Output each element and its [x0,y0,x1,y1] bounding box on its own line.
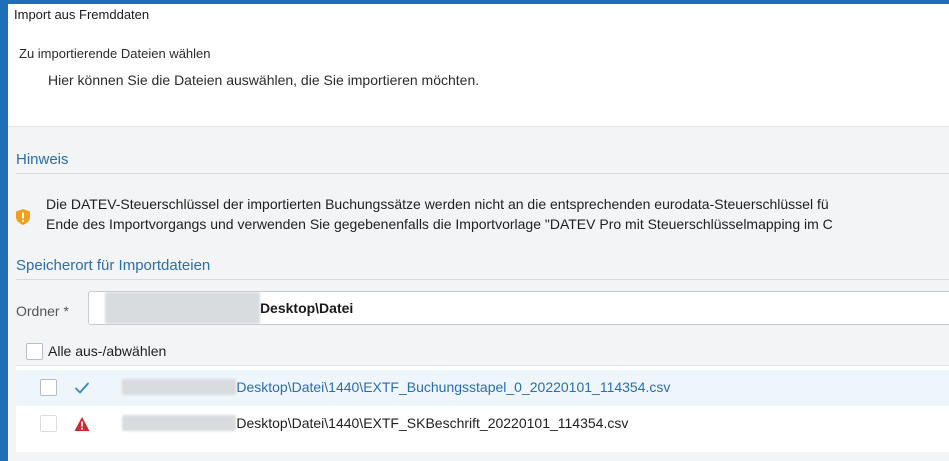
hint-text-line-1: Die DATEV-Steuerschlüssel der importiert… [46,196,829,212]
checkmark-icon [75,382,89,394]
file-checkbox[interactable] [40,415,57,432]
file-checkbox[interactable] [40,379,57,396]
wizard-content: Hinweis Die DATEV-Steuerschlüssel der im… [8,126,949,461]
import-dialog: Import aus Fremddaten Zu importierende D… [8,4,949,461]
select-all-checkbox[interactable] [26,343,43,360]
folder-input[interactable]: Xxxxxxxxx XxxxxxxxxxDesktop\Datei [88,291,949,325]
step-title: Zu importierende Dateien wählen [19,46,211,61]
window-frame-left [0,0,8,461]
select-all-label: Alle aus-/abwählen [48,343,167,359]
file-row[interactable]: XxxxxxxxxxxxxxxxDesktop\Datei\1440\EXTF_… [16,370,949,406]
redacted-path-prefix: Xxxxxxxxxxxxxxxx [122,415,237,431]
file-path-text: Desktop\Datei\1440\EXTF_SKBeschrift_2022… [236,415,629,431]
warning-triangle-icon [74,417,90,431]
redacted-path-prefix: Xxxxxxxxx Xxxxxxxxxx [105,292,260,324]
step-description: Hier können Sie die Dateien auswählen, d… [48,72,480,88]
file-path: XxxxxxxxxxxxxxxxDesktop\Datei\1440\EXTF_… [122,415,628,431]
window-title: Import aus Fremddaten [14,7,150,22]
folder-label: Ordner * [16,303,69,319]
hint-section-title: Hinweis [16,151,949,174]
file-row[interactable]: XxxxxxxxxxxxxxxxDesktop\Datei\1440\EXTF_… [16,406,949,442]
storage-section-title: Speicherort für Importdateien [16,257,949,280]
file-list: XxxxxxxxxxxxxxxxDesktop\Datei\1440\EXTF_… [16,365,949,452]
shield-warning-icon [16,209,30,225]
folder-input-value: Desktop\Datei [259,300,354,316]
file-path: XxxxxxxxxxxxxxxxDesktop\Datei\1440\EXTF_… [122,379,670,395]
redacted-path-prefix: Xxxxxxxxxxxxxxxx [122,379,237,395]
hint-text-line-2: Ende des Importvorgangs und verwenden Si… [46,216,833,232]
file-path-text: Desktop\Datei\1440\EXTF_Buchungsstapel_0… [236,379,671,395]
wizard-header: Zu importierende Dateien wählen Hier kön… [8,26,949,126]
